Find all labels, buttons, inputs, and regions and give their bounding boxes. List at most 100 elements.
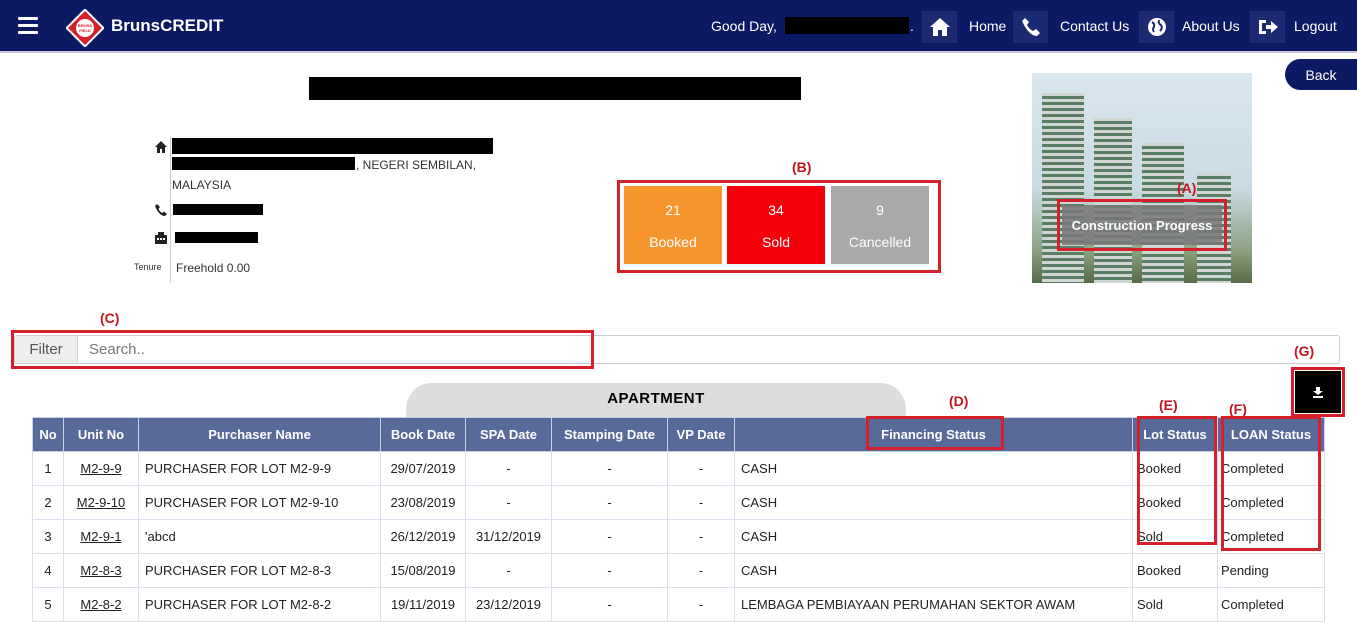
cell-stamping-date: - (551, 485, 668, 520)
unit-no-link[interactable]: M2-9-10 (63, 485, 139, 520)
cancelled-stat-card[interactable]: 9 Cancelled (831, 186, 929, 264)
redacted-phone (173, 204, 263, 215)
unit-no-link[interactable]: M2-9-9 (63, 451, 139, 486)
cell-no: 2 (32, 485, 64, 520)
cell-loan-status: Completed (1217, 587, 1325, 622)
cell-purchaser: PURCHASER FOR LOT M2-9-10 (138, 485, 381, 520)
logout-icon[interactable] (1250, 11, 1285, 43)
cell-spa-date: 31/12/2019 (465, 519, 552, 554)
cell-vp-date: - (667, 553, 735, 588)
table-row[interactable]: 2 M2-9-10 PURCHASER FOR LOT M2-9-10 23/0… (32, 485, 1325, 520)
cell-no: 1 (32, 451, 64, 486)
nav-contact-link[interactable]: Contact Us (1060, 18, 1129, 34)
sold-stat-card[interactable]: 34 Sold (727, 186, 825, 264)
unit-no-link[interactable]: M2-9-1 (63, 519, 139, 554)
greeting-suffix: . (910, 18, 914, 34)
annotation-e: (E) (1159, 397, 1178, 413)
section-title: APARTMENT (607, 390, 705, 407)
col-unit-no[interactable]: Unit No (63, 417, 139, 452)
cell-financing-status: CASH (734, 519, 1133, 554)
svg-text:FIELD: FIELD (79, 28, 91, 33)
col-no[interactable]: No (32, 417, 64, 452)
home-address-icon (155, 141, 167, 153)
col-spa-date[interactable]: SPA Date (465, 417, 552, 452)
cell-vp-date: - (667, 519, 735, 554)
cell-stamping-date: - (551, 587, 668, 622)
units-table: No Unit No Purchaser Name Book Date SPA … (32, 417, 1325, 622)
cell-book-date: 15/08/2019 (380, 553, 466, 588)
redacted-address-line2 (172, 157, 355, 170)
cell-vp-date: - (667, 451, 735, 486)
table-row[interactable]: 3 M2-9-1 'abcd 26/12/2019 31/12/2019 - -… (32, 519, 1325, 554)
cell-lot-status: Booked (1132, 553, 1218, 588)
cell-lot-status: Sold (1132, 587, 1218, 622)
redacted-username (785, 17, 909, 34)
nav-about-link[interactable]: About Us (1182, 18, 1240, 34)
info-divider (170, 137, 171, 283)
cell-spa-date: - (465, 485, 552, 520)
annotation-box-e (1137, 416, 1217, 545)
booked-stat-card[interactable]: 21 Booked (624, 186, 722, 264)
nav-logout-link[interactable]: Logout (1294, 18, 1337, 34)
cell-stamping-date: - (551, 553, 668, 588)
cell-spa-date: - (465, 451, 552, 486)
cell-book-date: 26/12/2019 (380, 519, 466, 554)
address-line3-text: MALAYSIA (172, 178, 232, 192)
cell-purchaser: PURCHASER FOR LOT M2-8-2 (138, 587, 381, 622)
annotation-b: (B) (792, 159, 812, 175)
cell-financing-status: CASH (734, 553, 1133, 588)
cell-book-date: 29/07/2019 (380, 451, 466, 486)
col-purchaser-name[interactable]: Purchaser Name (138, 417, 381, 452)
booked-label: Booked (649, 234, 697, 250)
col-stamping-date[interactable]: Stamping Date (551, 417, 668, 452)
annotation-box-a (1057, 199, 1227, 251)
hamburger-menu-icon[interactable] (18, 17, 38, 35)
col-book-date[interactable]: Book Date (380, 417, 466, 452)
fax-icon (155, 232, 167, 244)
cell-vp-date: - (667, 485, 735, 520)
cell-financing-status: CASH (734, 451, 1133, 486)
cell-purchaser: 'abcd (138, 519, 381, 554)
cancelled-count: 9 (876, 202, 884, 218)
redacted-address-line1 (172, 138, 493, 154)
col-vp-date[interactable]: VP Date (667, 417, 735, 452)
table-row[interactable]: 4 M2-8-3 PURCHASER FOR LOT M2-8-3 15/08/… (32, 553, 1325, 588)
sold-count: 34 (768, 202, 784, 218)
cell-book-date: 19/11/2019 (380, 587, 466, 622)
annotation-d: (D) (949, 393, 969, 409)
cell-loan-status: Pending (1217, 553, 1325, 588)
back-button[interactable]: Back (1285, 59, 1357, 90)
cell-stamping-date: - (551, 519, 668, 554)
cell-no: 4 (32, 553, 64, 588)
project-photo (1032, 73, 1252, 283)
redacted-project-title (309, 77, 801, 100)
unit-no-link[interactable]: M2-8-3 (63, 553, 139, 588)
annotation-box-c (11, 330, 594, 369)
table-row[interactable]: 1 M2-9-9 PURCHASER FOR LOT M2-9-9 29/07/… (32, 451, 1325, 486)
cell-book-date: 23/08/2019 (380, 485, 466, 520)
sold-label: Sold (761, 234, 791, 250)
brunsfield-logo[interactable]: BRUNS FIELD (66, 9, 104, 47)
home-icon[interactable] (922, 11, 957, 43)
cancelled-label: Cancelled (848, 234, 912, 250)
annotation-c: (C) (100, 310, 120, 326)
globe-icon[interactable] (1139, 11, 1174, 43)
top-navbar: BRUNS FIELD BrunsCREDIT Good Day, . Home… (0, 0, 1357, 53)
annotation-a: (A) (1177, 180, 1197, 196)
cell-vp-date: - (667, 587, 735, 622)
phone-icon[interactable] (1013, 11, 1048, 43)
app-brand[interactable]: BrunsCREDIT (111, 16, 223, 36)
tenure-label: Tenure (134, 262, 162, 272)
cell-financing-status: LEMBAGA PEMBIAYAAN PERUMAHAN SEKTOR AWAM (734, 587, 1133, 622)
annotation-box-f (1221, 416, 1321, 551)
annotation-f: (F) (1229, 401, 1247, 417)
annotation-box-d (866, 416, 1004, 450)
redacted-fax (175, 232, 258, 243)
cell-purchaser: PURCHASER FOR LOT M2-8-3 (138, 553, 381, 588)
table-row[interactable]: 5 M2-8-2 PURCHASER FOR LOT M2-8-2 19/11/… (32, 587, 1325, 622)
unit-no-link[interactable]: M2-8-2 (63, 587, 139, 622)
cell-no: 5 (32, 587, 64, 622)
tenure-value: Freehold 0.00 (176, 261, 251, 275)
nav-home-link[interactable]: Home (969, 18, 1006, 34)
annotation-box-g (1291, 367, 1345, 417)
